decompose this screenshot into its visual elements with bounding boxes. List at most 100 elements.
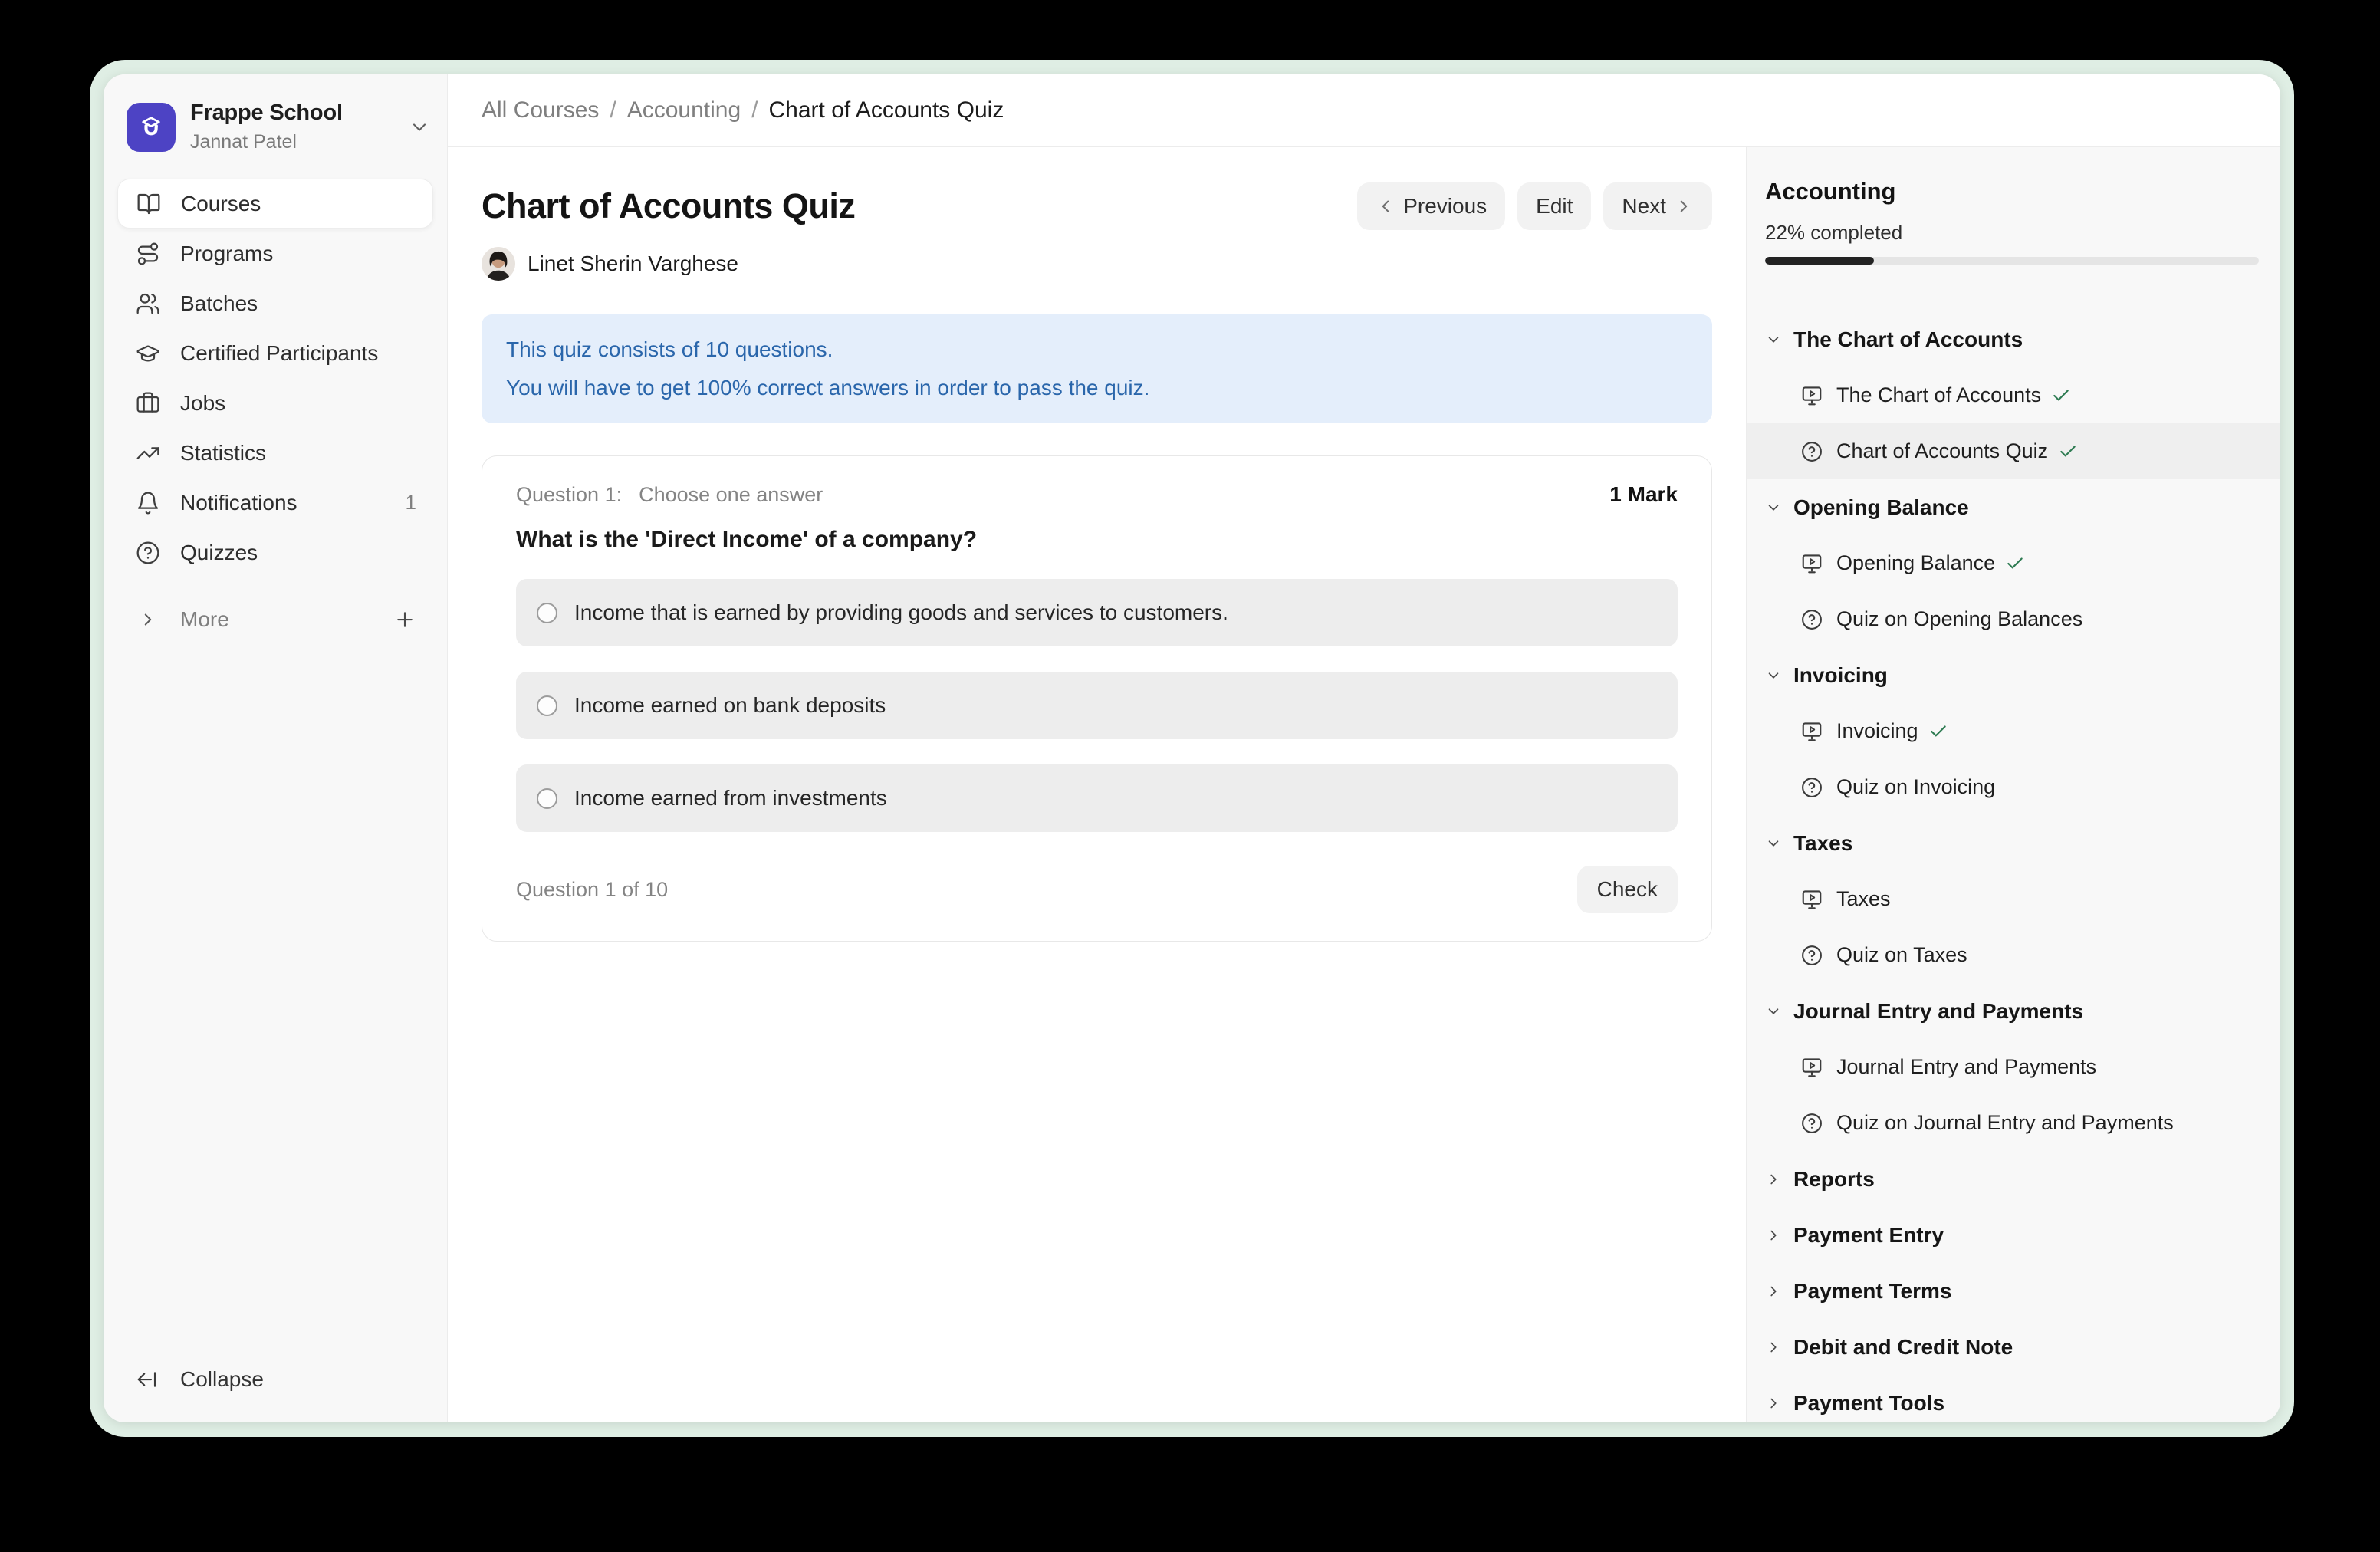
sidebar-item-courses[interactable]: Courses [117,179,433,229]
chevron-right-icon [1765,1171,1782,1188]
section-header-journal-entry-and-payments[interactable]: Journal Entry and Payments [1747,983,2280,1039]
sidebar-item-certified-participants[interactable]: Certified Participants [117,328,433,378]
sidebar-item-notifications[interactable]: Notifications 1 [117,478,433,528]
sidebar-item-more[interactable]: More [117,597,433,643]
outline-item-quiz[interactable]: Quiz on Invoicing [1747,759,2280,815]
course-progress-text: 22% completed [1765,221,2259,245]
section-title: Debit and Credit Note [1793,1335,2013,1360]
section-title: Journal Entry and Payments [1793,999,2083,1024]
breadcrumb-accounting[interactable]: Accounting [627,97,741,123]
question-card-footer: Question 1 of 10 Check [516,866,1678,913]
sidebar-item-jobs[interactable]: Jobs [117,378,433,428]
main-content: Chart of Accounts Quiz Previous Edit [448,147,1746,1422]
check-icon [2058,442,2078,462]
section-header-the-chart-of-accounts[interactable]: The Chart of Accounts [1747,311,2280,367]
author-row: Linet Sherin Varghese [482,247,1712,281]
section-header-debit-and-credit-note[interactable]: Debit and Credit Note [1747,1319,2280,1375]
radio-button[interactable] [537,603,557,623]
route-icon [136,242,160,266]
page-actions: Previous Edit Next [1357,182,1712,230]
outline-item-lesson[interactable]: Journal Entry and Payments [1747,1039,2280,1095]
section-header-payment-tools[interactable]: Payment Tools [1747,1375,2280,1422]
sidebar-item-programs[interactable]: Programs [117,229,433,278]
question-number-label: Question 1: [516,483,622,507]
workspace-user: Jannat Patel [190,131,343,153]
outline-item-lesson[interactable]: Opening Balance [1747,535,2280,591]
chevron-right-icon [1765,1283,1782,1300]
sidebar-collapse-button[interactable]: Collapse [104,1356,447,1402]
outline-item-quiz[interactable]: Quiz on Journal Entry and Payments [1747,1095,2280,1151]
sidebar-item-quizzes[interactable]: Quizzes [117,528,433,577]
chevron-right-icon [1765,1395,1782,1412]
page-header: Chart of Accounts Quiz Previous Edit [482,182,1712,230]
question-card-header: Question 1: Choose one answer 1 Mark [516,482,1678,507]
section-title: The Chart of Accounts [1793,327,2023,352]
outline-item-lesson[interactable]: Invoicing [1747,703,2280,759]
section-title: Payment Entry [1793,1223,1944,1248]
next-button[interactable]: Next [1603,182,1712,230]
section-title: Opening Balance [1793,495,1969,520]
breadcrumb-current: Chart of Accounts Quiz [769,97,1004,123]
help-circle-icon [1800,440,1823,463]
outline-item-lesson[interactable]: The Chart of Accounts [1747,367,2280,423]
sidebar-item-label: Quizzes [180,541,258,565]
options-list: Income that is earned by providing goods… [516,579,1678,832]
section-header-payment-terms[interactable]: Payment Terms [1747,1263,2280,1319]
question-text: What is the 'Direct Income' of a company… [516,527,1678,553]
briefcase-icon [136,391,160,416]
author-avatar [482,247,515,281]
radio-button[interactable] [537,788,557,809]
breadcrumb-all-courses[interactable]: All Courses [482,97,599,123]
workspace-switcher[interactable]: Frappe School Jannat Patel [127,100,430,153]
sidebar-item-statistics[interactable]: Statistics [117,428,433,478]
check-button[interactable]: Check [1577,866,1678,913]
question-card: Question 1: Choose one answer 1 Mark Wha… [482,455,1712,942]
outline-item-quiz[interactable]: Quiz on Taxes [1747,927,2280,983]
outline-item-label: Taxes [1836,887,1891,911]
quiz-notice-line2: You will have to get 100% correct answer… [506,369,1688,407]
section-header-taxes[interactable]: Taxes [1747,815,2280,871]
outline-item-lesson[interactable]: Taxes [1747,871,2280,927]
option-row[interactable]: Income earned from investments [516,764,1678,832]
plus-icon[interactable] [393,608,416,631]
workspace-text: Frappe School Jannat Patel [190,100,343,153]
check-icon [2005,554,2025,574]
section-header-reports[interactable]: Reports [1747,1151,2280,1207]
check-label: Check [1597,877,1658,902]
outline-item-label: Journal Entry and Payments [1836,1055,2096,1079]
outline-item-label: Opening Balance [1836,551,1995,575]
outline-item-quiz[interactable]: Quiz on Opening Balances [1747,591,2280,647]
previous-button[interactable]: Previous [1357,182,1505,230]
course-progress-fill [1765,257,1874,265]
course-title: Accounting [1765,178,2259,206]
app-window: Frappe School Jannat Patel Courses Progr… [104,74,2280,1422]
book-open-icon [136,192,161,216]
chevron-right-icon [1765,1227,1782,1244]
monitor-play-icon [1800,552,1823,575]
help-circle-icon [136,541,160,565]
app-window-frame: Frappe School Jannat Patel Courses Progr… [90,60,2294,1437]
outline-item-label: Quiz on Invoicing [1836,775,1995,799]
option-label: Income earned on bank deposits [574,693,886,718]
sidebar-item-batches[interactable]: Batches [117,278,433,328]
outline-item-label: Invoicing [1836,719,1918,743]
edit-button[interactable]: Edit [1517,182,1591,230]
course-outline: The Chart of Accounts The Chart of Accou… [1747,288,2280,1422]
graduation-cap-icon [136,341,160,366]
option-row[interactable]: Income that is earned by providing goods… [516,579,1678,646]
page-title: Chart of Accounts Quiz [482,186,855,226]
section-header-invoicing[interactable]: Invoicing [1747,647,2280,703]
breadcrumb-separator: / [751,97,758,123]
outline-item-label: Quiz on Taxes [1836,943,1967,967]
option-row[interactable]: Income earned on bank deposits [516,672,1678,739]
help-circle-icon [1800,944,1823,967]
section-header-payment-entry[interactable]: Payment Entry [1747,1207,2280,1263]
outline-item-label: Quiz on Opening Balances [1836,607,2082,631]
sidebar-item-label: Notifications [180,491,298,515]
chevron-down-icon [409,117,430,138]
sidebar-item-label: Certified Participants [180,341,378,366]
body-row: Chart of Accounts Quiz Previous Edit [448,147,2280,1422]
section-header-opening-balance[interactable]: Opening Balance [1747,479,2280,535]
outline-item-quiz-active[interactable]: Chart of Accounts Quiz [1747,423,2280,479]
radio-button[interactable] [537,695,557,716]
